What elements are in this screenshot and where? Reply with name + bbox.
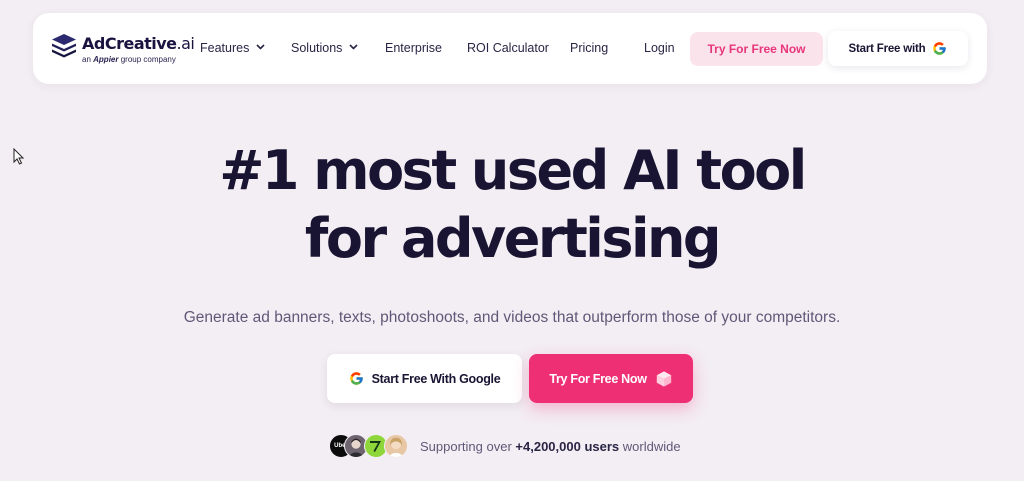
logo-stack-icon bbox=[52, 34, 76, 58]
avatar bbox=[384, 434, 408, 458]
nav-features-label: Features bbox=[200, 41, 250, 55]
hero-try-for-free-button[interactable]: Try For Free Now bbox=[529, 354, 693, 403]
start-free-with-google-label: Start Free With Google bbox=[371, 371, 501, 386]
chevron-down-icon bbox=[349, 44, 359, 50]
hero-try-for-free-label: Try For Free Now bbox=[549, 371, 647, 386]
nav-login[interactable]: Login bbox=[644, 41, 675, 55]
hero-subtitle: Generate ad banners, texts, photoshoots,… bbox=[183, 309, 841, 326]
person-icon bbox=[387, 437, 405, 457]
google-icon bbox=[933, 42, 947, 55]
supporting-users-text: Supporting over +4,200,000 users worldwi… bbox=[420, 439, 681, 454]
brand-mark-icon bbox=[370, 441, 381, 452]
hero-title-line-2: for advertising bbox=[304, 207, 722, 270]
start-free-google-button[interactable]: Start Free with bbox=[828, 31, 968, 66]
cube-icon bbox=[656, 370, 671, 387]
user-avatars: Uber bbox=[329, 434, 411, 459]
google-icon bbox=[349, 372, 363, 385]
nav-solutions[interactable]: Solutions bbox=[291, 41, 359, 55]
nav-pricing[interactable]: Pricing bbox=[570, 41, 608, 55]
adcreative-logo[interactable]: AdCreative.ai an Appier group company bbox=[51, 32, 195, 68]
try-for-free-button[interactable]: Try For Free Now bbox=[690, 32, 823, 66]
nav-features[interactable]: Features bbox=[200, 41, 265, 55]
start-free-google-label: Start Free with bbox=[848, 42, 926, 55]
nav-roi-calculator[interactable]: ROI Calculator bbox=[467, 41, 549, 55]
nav-solutions-label: Solutions bbox=[291, 41, 343, 55]
chevron-down-icon bbox=[256, 44, 265, 50]
top-navbar: AdCreative.ai an Appier group company Fe… bbox=[33, 13, 987, 84]
start-free-with-google-button[interactable]: Start Free With Google bbox=[327, 354, 522, 403]
logo-name: AdCreative.ai bbox=[82, 34, 195, 53]
user-count: +4,200,000 users bbox=[515, 439, 620, 454]
hero-title-line-1: #1 most used AI tool bbox=[219, 139, 807, 202]
logo-subtitle: an Appier group company bbox=[82, 55, 176, 64]
nav-enterprise[interactable]: Enterprise bbox=[385, 41, 442, 55]
try-for-free-label: Try For Free Now bbox=[707, 42, 806, 56]
